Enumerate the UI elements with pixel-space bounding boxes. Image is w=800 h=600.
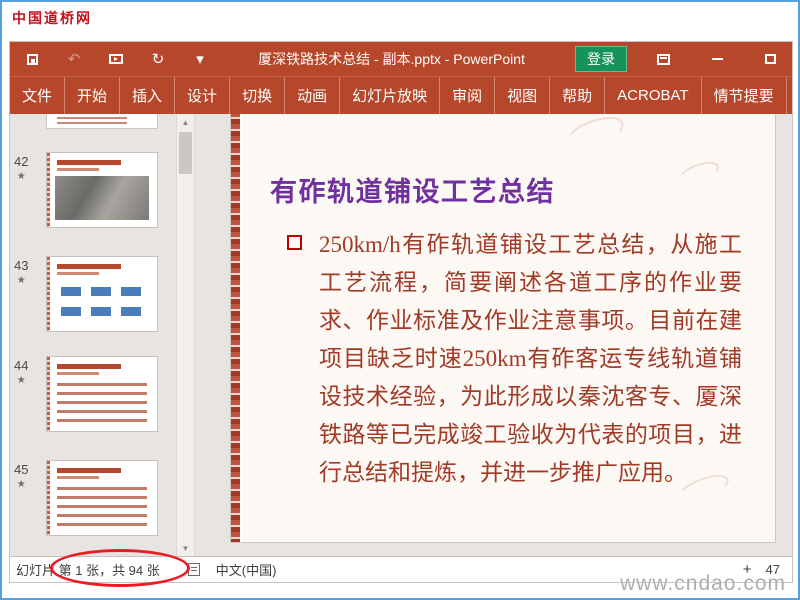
powerpoint-window: ↶ ↻ ▾ 厦深铁路技术总结 - 副本.pptx - PowerPoint 登录… bbox=[10, 42, 792, 587]
bird-watermark-icon bbox=[676, 157, 722, 189]
watermark-bottom: www.cndao.com bbox=[620, 572, 786, 595]
tab-slideshow[interactable]: 幻灯片放映 bbox=[340, 77, 441, 114]
slide-thumbnail-45[interactable] bbox=[46, 460, 158, 536]
thumb-subtitle-line bbox=[57, 476, 99, 479]
thumbnail-row-44: 44 ★ bbox=[10, 356, 176, 434]
slide-title[interactable]: 有砟轨道铺设工艺总结 bbox=[270, 170, 555, 209]
tab-review[interactable]: 审阅 bbox=[440, 77, 496, 114]
slide-thumbnail-42[interactable] bbox=[46, 152, 158, 228]
slide-count-status[interactable]: 幻灯片 第 1 张，共 94 张 bbox=[10, 560, 160, 579]
thumbnail-row-43: 43 ★ bbox=[10, 256, 176, 334]
maximize-glyph bbox=[764, 54, 776, 64]
tab-transitions[interactable]: 切换 bbox=[230, 77, 286, 114]
screenshot-page: 中国道桥网 ↶ ↻ ▾ 厦深铁路技术总结 - 副本.pptx - PowerPo… bbox=[0, 0, 800, 600]
thumbnail-scrollbar[interactable]: ▲ ▼ bbox=[176, 114, 195, 556]
scroll-down-icon[interactable]: ▼ bbox=[177, 540, 194, 556]
slide-number-badge: 43 ★ bbox=[14, 258, 28, 286]
thumb-title-line bbox=[57, 364, 121, 369]
tab-home[interactable]: 开始 bbox=[65, 77, 121, 114]
scroll-up-icon[interactable]: ▲ bbox=[177, 114, 194, 130]
customize-qat-dropdown-icon[interactable]: ▾ bbox=[192, 51, 208, 68]
scrollbar-thumb[interactable] bbox=[179, 132, 192, 174]
quick-access-toolbar: ↶ ↻ ▾ bbox=[10, 51, 208, 68]
display-options-glyph bbox=[656, 53, 670, 65]
slide-border-ornament bbox=[231, 114, 242, 542]
thumb-title-line bbox=[57, 264, 121, 269]
workspace: 42 ★ 43 ★ 44 ★ 45 ★ ▲ ▼ 有砟轨道铺设工艺总结 250km… bbox=[10, 114, 792, 556]
thumb-title-line bbox=[57, 160, 121, 165]
slide-number-badge: 45 ★ bbox=[14, 462, 28, 490]
minimize-icon[interactable] bbox=[711, 58, 723, 60]
slide-number: 42 bbox=[14, 154, 29, 169]
tab-acrobat[interactable]: ACROBAT bbox=[605, 77, 702, 114]
window-controls bbox=[627, 53, 792, 65]
thumb-subtitle-line bbox=[57, 272, 99, 275]
tab-storyboard[interactable]: 情节提要 bbox=[702, 77, 787, 114]
thumbnail-row-42: 42 ★ bbox=[10, 152, 176, 230]
tab-insert[interactable]: 插入 bbox=[120, 77, 176, 114]
animation-star-icon: ★ bbox=[16, 479, 26, 490]
slide-number: 44 bbox=[14, 358, 29, 373]
tab-view[interactable]: 视图 bbox=[495, 77, 551, 114]
notes-icon[interactable] bbox=[187, 563, 200, 576]
maximize-icon[interactable] bbox=[764, 54, 776, 64]
slide-thumbnail-44[interactable] bbox=[46, 356, 158, 432]
thumb-title-line bbox=[57, 468, 121, 473]
title-bar: ↶ ↻ ▾ 厦深铁路技术总结 - 副本.pptx - PowerPoint 登录 bbox=[10, 42, 792, 76]
animation-star-icon: ★ bbox=[16, 171, 26, 182]
tell-me-button[interactable]: 告诉我 bbox=[787, 77, 798, 114]
slide-body-text: 250km/h有砟轨道铺设工艺总结，从施工工艺流程，简要阐述各道工序的作业要求、… bbox=[319, 232, 742, 485]
document-title: 厦深铁路技术总结 - 副本.pptx - PowerPoint bbox=[258, 51, 525, 67]
thumb-photo-preview bbox=[55, 176, 149, 220]
animation-star-icon: ★ bbox=[16, 275, 26, 286]
thumb-text-preview bbox=[57, 383, 147, 423]
thumb-text-preview bbox=[57, 487, 147, 527]
tab-file[interactable]: 文件 bbox=[10, 77, 66, 114]
language-status[interactable]: 中文(中国) bbox=[216, 560, 277, 579]
slide-number: 43 bbox=[14, 258, 29, 273]
slide-thumbnail-pane: 42 ★ 43 ★ 44 ★ 45 ★ bbox=[10, 114, 176, 556]
slide-number-badge: 42 ★ bbox=[14, 154, 28, 182]
thumb-subtitle-line bbox=[57, 372, 99, 375]
minimize-glyph bbox=[711, 58, 723, 60]
animation-star-icon: ★ bbox=[16, 375, 26, 386]
ribbon-tab-strip: 文件 开始 插入 设计 切换 动画 幻灯片放映 审阅 视图 帮助 ACROBAT… bbox=[10, 76, 792, 114]
slide-editing-area: 有砟轨道铺设工艺总结 250km/h有砟轨道铺设工艺总结，从施工工艺流程，简要阐… bbox=[195, 114, 792, 556]
save-icon[interactable] bbox=[24, 51, 40, 67]
notes-glyph bbox=[187, 563, 200, 576]
slide-body-textbox[interactable]: 250km/h有砟轨道铺设工艺总结，从施工工艺流程，简要阐述各道工序的作业要求、… bbox=[287, 226, 742, 492]
slideshow-from-start-icon[interactable] bbox=[108, 51, 124, 67]
bird-watermark-icon bbox=[562, 114, 628, 156]
ribbon-display-options-icon[interactable] bbox=[656, 53, 670, 65]
thumbnail-row-45: 45 ★ bbox=[10, 460, 176, 538]
slide-number: 45 bbox=[14, 462, 29, 477]
slide-canvas[interactable]: 有砟轨道铺设工艺总结 250km/h有砟轨道铺设工艺总结，从施工工艺流程，简要阐… bbox=[231, 114, 775, 542]
slide-number-badge: 44 ★ bbox=[14, 358, 28, 386]
thumbnail-partial-slide-41[interactable] bbox=[46, 114, 158, 129]
login-button[interactable]: 登录 bbox=[574, 46, 627, 72]
floppy-glyph bbox=[26, 53, 38, 65]
screen-glyph bbox=[109, 54, 123, 64]
thumb-subtitle-line bbox=[57, 168, 99, 171]
tab-animations[interactable]: 动画 bbox=[285, 77, 341, 114]
thumb-flowchart-preview bbox=[61, 287, 81, 296]
slide-thumbnail-43[interactable] bbox=[46, 256, 158, 332]
bullet-square-icon bbox=[287, 235, 302, 250]
watermark-top: 中国道桥网 bbox=[12, 10, 92, 26]
redo-icon[interactable]: ↻ bbox=[150, 51, 166, 68]
tab-help[interactable]: 帮助 bbox=[550, 77, 606, 114]
tab-design[interactable]: 设计 bbox=[175, 77, 231, 114]
undo-icon[interactable]: ↶ bbox=[66, 51, 82, 68]
